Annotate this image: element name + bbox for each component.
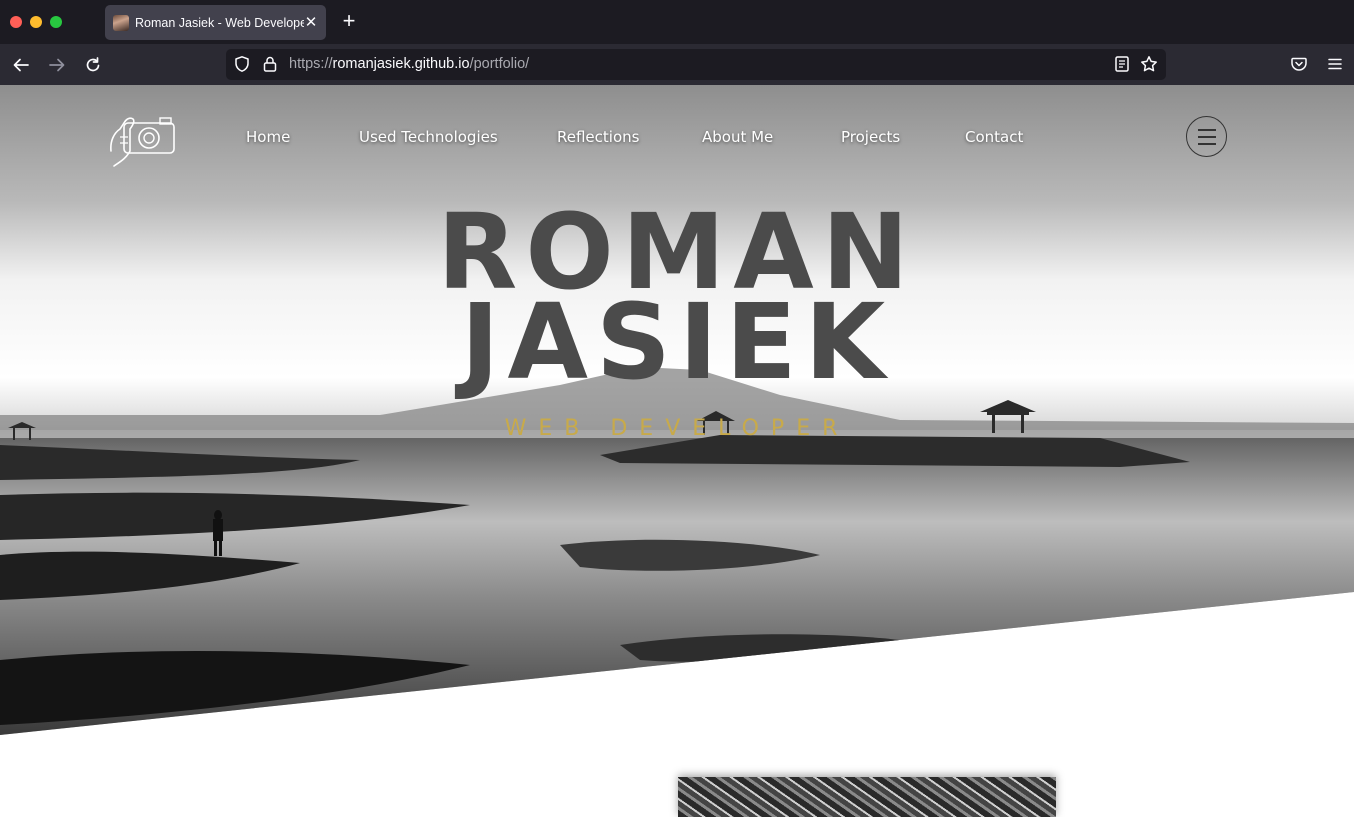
pocket-icon[interactable] (1290, 55, 1308, 78)
url-path: /portfolio/ (469, 56, 530, 72)
bookmark-star-icon[interactable] (1140, 55, 1158, 78)
camera-hand-icon[interactable] (108, 111, 178, 167)
close-icon[interactable]: ✕ (304, 15, 318, 30)
plus-icon[interactable]: + (338, 10, 360, 32)
favicon-icon (113, 14, 129, 31)
reload-icon[interactable] (81, 53, 105, 77)
hamburger-line (1198, 143, 1216, 145)
lock-icon[interactable] (261, 55, 279, 78)
hero-section: Home Used Technologies Reflections About… (0, 85, 1354, 735)
shield-icon[interactable] (233, 55, 251, 78)
browser-tab-bar: Roman Jasiek - Web Developer ✕ + (0, 0, 1354, 44)
forward-arrow-icon[interactable] (45, 53, 69, 77)
hero-subtitle: WEB DEVELOPER (504, 416, 850, 441)
back-arrow-icon[interactable] (9, 53, 33, 77)
site-menu-button[interactable] (1186, 116, 1227, 157)
window-minimize-button[interactable] (30, 16, 42, 28)
nav-about-me[interactable]: About Me (702, 128, 773, 146)
hero-title-line-2: JASIEK (460, 281, 894, 403)
window-zoom-button[interactable] (50, 16, 62, 28)
url-host: romanjasiek.github.io (332, 56, 470, 72)
browser-tab-active[interactable]: Roman Jasiek - Web Developer ✕ (105, 5, 326, 40)
nav-reflections[interactable]: Reflections (557, 128, 639, 146)
web-page: Home Used Technologies Reflections About… (0, 85, 1354, 817)
url-text[interactable]: https://romanjasiek.github.io/portfolio/ (289, 56, 529, 72)
window-close-button[interactable] (10, 16, 22, 28)
nav-used-technologies[interactable]: Used Technologies (359, 128, 498, 146)
url-prefix: https:// (289, 56, 333, 72)
project-image[interactable] (678, 777, 1056, 817)
hamburger-line (1198, 129, 1216, 131)
hamburger-menu-icon[interactable] (1326, 55, 1344, 78)
nav-projects[interactable]: Projects (841, 128, 900, 146)
hamburger-line (1198, 136, 1216, 138)
nav-contact[interactable]: Contact (965, 128, 1023, 146)
reader-view-icon[interactable] (1113, 55, 1131, 78)
nav-home[interactable]: Home (246, 128, 290, 146)
tab-title: Roman Jasiek - Web Developer (135, 15, 304, 30)
hero-background-photo (0, 85, 1354, 735)
